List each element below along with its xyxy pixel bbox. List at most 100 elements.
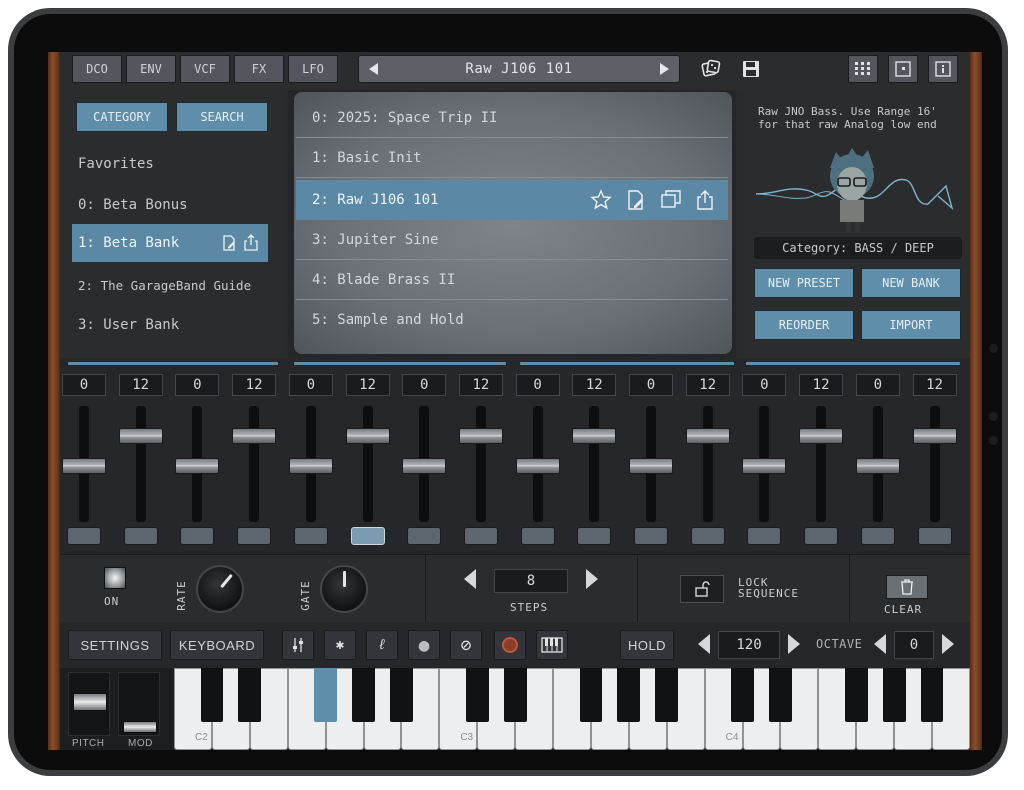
black-key[interactable]	[503, 668, 527, 722]
step-toggle-14[interactable]	[804, 527, 839, 545]
pitch-wheel[interactable]	[68, 672, 110, 736]
black-key[interactable]	[390, 668, 413, 722]
link-icon[interactable]: ℓ	[366, 630, 398, 660]
lock-toggle[interactable]	[680, 575, 724, 603]
dice-icon[interactable]	[696, 55, 726, 83]
category-button[interactable]: CATEGORY	[76, 102, 168, 132]
rate-knob[interactable]	[196, 565, 244, 613]
arp-on-toggle[interactable]	[104, 567, 126, 589]
preset-row[interactable]: 5: Sample and Hold	[296, 300, 728, 340]
octave-increase-icon[interactable]	[942, 634, 954, 654]
step-slider-14[interactable]	[799, 428, 844, 444]
black-key[interactable]	[882, 668, 906, 722]
clock-sync-icon[interactable]: ●	[408, 630, 440, 660]
octave-decrease-icon[interactable]	[874, 634, 886, 654]
step-slider-5[interactable]	[288, 458, 333, 474]
tab-vcf[interactable]: VCF	[180, 55, 230, 83]
gate-knob[interactable]	[320, 565, 368, 613]
step-toggle-13[interactable]	[747, 527, 782, 545]
preset-row[interactable]: 4: Blade Brass II	[296, 260, 728, 300]
new-preset-button[interactable]: NEW PRESET	[754, 268, 854, 298]
step-slider-10[interactable]	[572, 428, 617, 444]
step-toggle-1[interactable]	[67, 527, 101, 545]
step-slider-6[interactable]	[345, 428, 390, 444]
bank-item[interactable]: 3: User Bank	[72, 306, 268, 344]
steps-increase-icon[interactable]	[586, 569, 598, 589]
share-icon[interactable]	[696, 189, 714, 211]
tempo-decrease-icon[interactable]	[698, 634, 710, 654]
step-slider-13[interactable]	[742, 458, 787, 474]
step-slider-2[interactable]	[118, 428, 163, 444]
import-button[interactable]: IMPORT	[861, 310, 961, 340]
step-toggle-12[interactable]	[690, 527, 725, 545]
duplicate-icon[interactable]	[660, 189, 682, 209]
tempo-increase-icon[interactable]	[788, 634, 800, 654]
black-key[interactable]	[352, 668, 375, 722]
step-toggle-6[interactable]	[350, 527, 385, 545]
step-toggle-5[interactable]	[293, 527, 328, 545]
black-key[interactable]	[655, 668, 679, 722]
tempo-value[interactable]: 120	[718, 631, 780, 659]
tab-lfo[interactable]: LFO	[288, 55, 338, 83]
settings-button[interactable]: SETTINGS	[68, 630, 162, 660]
step-slider-12[interactable]	[685, 428, 730, 444]
step-toggle-8[interactable]	[463, 527, 498, 545]
black-key[interactable]	[769, 668, 792, 722]
new-bank-button[interactable]: NEW BANK	[861, 268, 961, 298]
step-slider-4[interactable]	[232, 428, 277, 444]
hold-button[interactable]: HOLD	[620, 630, 674, 660]
record-icon[interactable]	[494, 630, 526, 660]
share-icon[interactable]	[244, 234, 258, 251]
prev-preset-icon[interactable]	[369, 63, 378, 75]
black-key[interactable]	[617, 668, 641, 722]
step-toggle-10[interactable]	[577, 527, 612, 545]
tab-dco[interactable]: DCO	[72, 55, 122, 83]
step-slider-7[interactable]	[402, 458, 447, 474]
tab-fx[interactable]: FX	[234, 55, 284, 83]
step-toggle-9[interactable]	[520, 527, 555, 545]
step-toggle-2[interactable]	[123, 527, 158, 545]
step-toggle-15[interactable]	[860, 527, 895, 545]
bluetooth-icon[interactable]: ✱	[324, 630, 356, 660]
mod-wheel[interactable]	[118, 672, 160, 736]
octave-value[interactable]: 0	[894, 631, 934, 659]
black-key[interactable]	[844, 668, 868, 722]
preset-row-selected[interactable]: 2: Raw J106 101	[296, 180, 728, 220]
step-toggle-11[interactable]	[634, 527, 668, 545]
preset-row[interactable]: 0: 2025: Space Trip II	[296, 98, 728, 138]
step-slider-16[interactable]	[912, 428, 957, 444]
steps-decrease-icon[interactable]	[464, 569, 476, 589]
black-key[interactable]	[920, 668, 944, 722]
step-slider-9[interactable]	[515, 458, 560, 474]
star-icon[interactable]	[590, 189, 612, 211]
preset-row[interactable]: 1: Basic Init	[296, 138, 728, 178]
search-button[interactable]: SEARCH	[176, 102, 268, 132]
bank-item-selected[interactable]: 1: Beta Bank	[72, 224, 268, 262]
black-key[interactable]	[314, 668, 337, 722]
mixer-icon[interactable]	[282, 630, 314, 660]
next-preset-icon[interactable]	[660, 63, 669, 75]
keyboard-icon[interactable]	[536, 630, 568, 660]
preset-row[interactable]: 3: Jupiter Sine	[296, 220, 728, 260]
black-key[interactable]	[465, 668, 489, 722]
edit-icon[interactable]	[626, 189, 646, 211]
tab-env[interactable]: ENV	[126, 55, 176, 83]
edit-icon[interactable]	[222, 235, 236, 251]
step-slider-1[interactable]	[62, 458, 106, 474]
step-toggle-16[interactable]	[917, 527, 952, 545]
black-key[interactable]	[731, 668, 754, 722]
bank-favorites[interactable]: Favorites	[78, 156, 154, 172]
panic-stop-icon[interactable]: ⊘	[450, 630, 482, 660]
reorder-button[interactable]: REORDER	[754, 310, 854, 340]
clear-button[interactable]	[886, 575, 928, 599]
black-key[interactable]	[238, 668, 262, 722]
black-key[interactable]	[579, 668, 603, 722]
save-icon[interactable]	[736, 55, 766, 83]
bank-item[interactable]: 0: Beta Bonus	[72, 186, 268, 224]
step-toggle-7[interactable]	[407, 527, 442, 545]
black-key[interactable]	[200, 668, 224, 722]
step-slider-15[interactable]	[855, 458, 900, 474]
keyboard-button[interactable]: KEYBOARD	[170, 630, 264, 660]
step-slider-3[interactable]	[175, 458, 220, 474]
bank-item[interactable]: 2: The GarageBand Guide	[72, 266, 268, 304]
